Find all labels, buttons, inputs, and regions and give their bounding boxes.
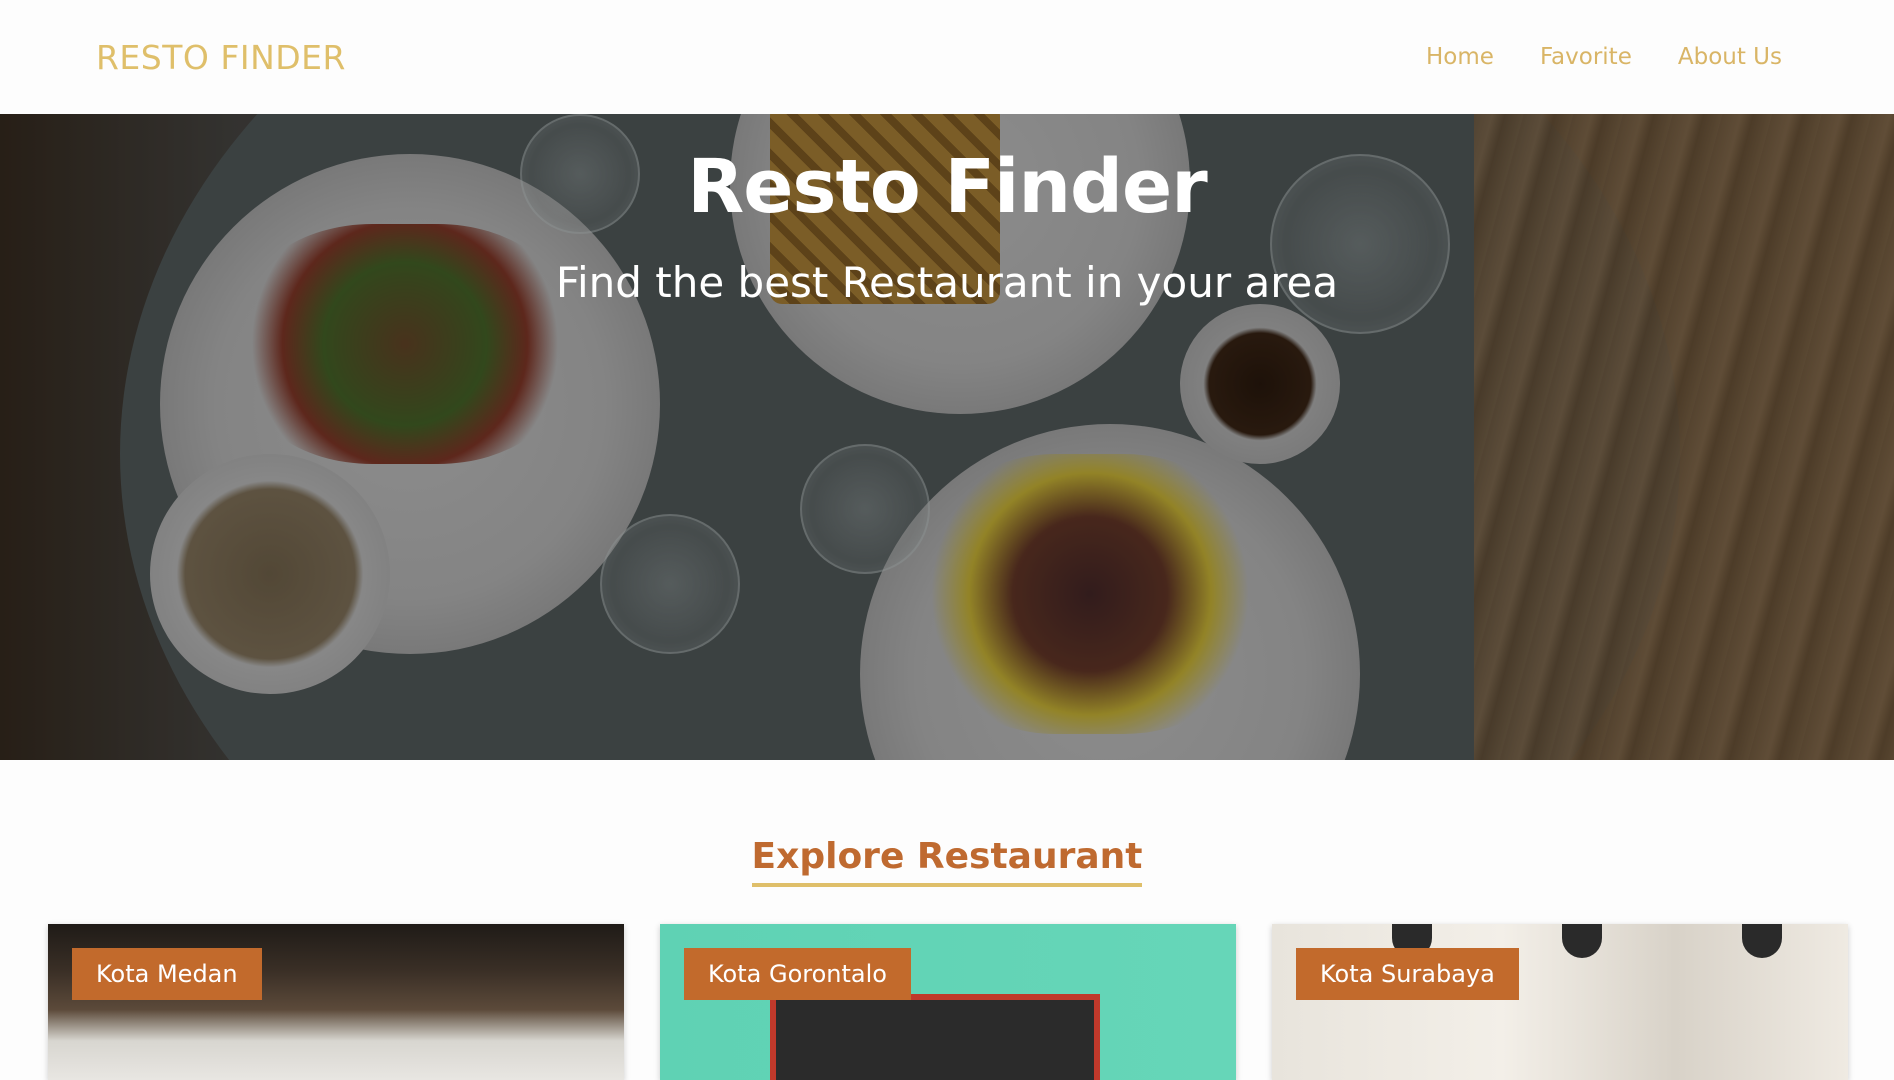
nav-link-about-us[interactable]: About Us [1678, 44, 1782, 70]
restaurant-card-list: Kota Medan Kota Gorontalo Kota Surabaya [48, 924, 1848, 1080]
nav-item-favorite: Favorite [1540, 44, 1632, 70]
restaurant-card-city-label: Kota Surabaya [1296, 948, 1519, 1000]
restaurant-card-city-label: Kota Gorontalo [684, 948, 911, 1000]
hero-subtitle: Find the best Restaurant in your area [555, 258, 1339, 307]
navbar: RESTO FINDER Home Favorite About Us [0, 0, 1894, 114]
restaurant-card[interactable]: Kota Surabaya [1272, 924, 1848, 1080]
nav-link-home[interactable]: Home [1426, 44, 1494, 70]
nav-item-home: Home [1426, 44, 1494, 70]
brand-logo[interactable]: RESTO FINDER [96, 38, 346, 77]
hero-banner: Resto Finder Find the best Restaurant in… [0, 114, 1894, 760]
restaurant-card-city-label: Kota Medan [72, 948, 262, 1000]
nav-link-favorite[interactable]: Favorite [1540, 44, 1632, 70]
explore-heading: Explore Restaurant [751, 836, 1143, 887]
nav-links: Home Favorite About Us [1426, 44, 1782, 70]
restaurant-card-storefront [770, 994, 1100, 1080]
restaurant-card[interactable]: Kota Medan [48, 924, 624, 1080]
hero-title: Resto Finder [687, 144, 1207, 230]
explore-heading-wrap: Explore Restaurant [0, 836, 1894, 887]
nav-item-about-us: About Us [1678, 44, 1782, 70]
restaurant-card[interactable]: Kota Gorontalo [660, 924, 1236, 1080]
